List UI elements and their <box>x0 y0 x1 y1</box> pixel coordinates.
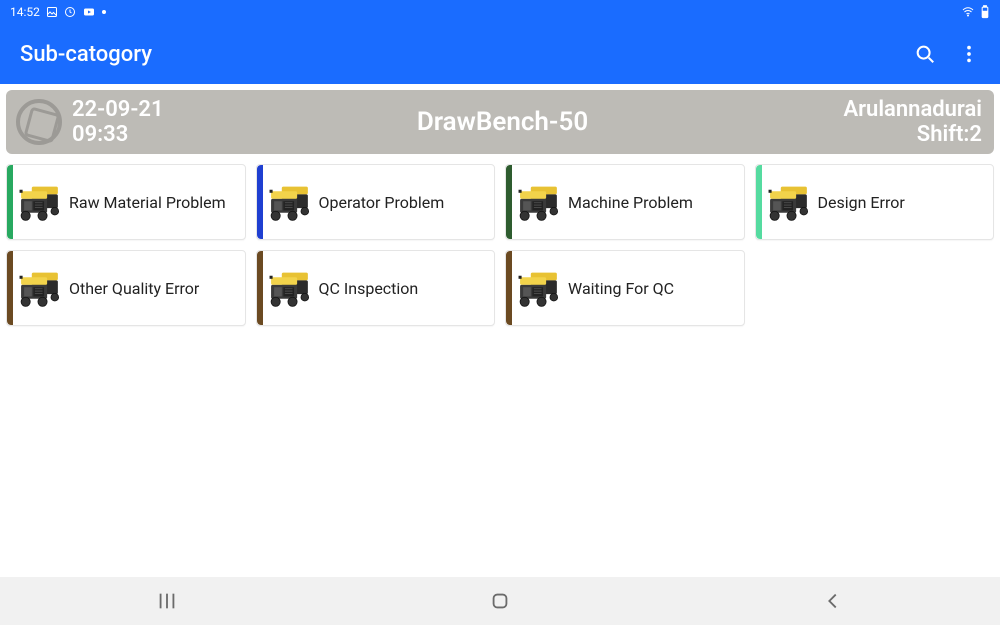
nav-home-icon[interactable] <box>489 590 511 612</box>
generator-icon <box>512 267 564 309</box>
more-vert-icon[interactable] <box>958 43 980 65</box>
nav-recent-icon[interactable] <box>156 590 178 612</box>
category-card[interactable]: Design Error <box>755 164 995 240</box>
card-label: Raw Material Problem <box>65 193 226 212</box>
card-label: Other Quality Error <box>65 279 199 298</box>
battery-icon <box>980 5 990 19</box>
generator-icon <box>762 181 814 223</box>
status-bar: 14:52 <box>0 0 1000 24</box>
banner-left: 22-09-21 09:33 <box>6 90 174 154</box>
page-title: Sub-catogory <box>20 42 152 67</box>
wifi-icon <box>960 6 976 18</box>
category-card[interactable]: Waiting For QC <box>505 250 745 326</box>
status-left: 14:52 <box>10 5 106 19</box>
app-bar-actions <box>914 43 980 65</box>
category-card[interactable]: Other Quality Error <box>6 250 246 326</box>
status-time: 14:52 <box>10 5 40 19</box>
generator-icon <box>263 181 315 223</box>
clock-icon <box>64 6 76 18</box>
card-label: Waiting For QC <box>564 279 674 298</box>
generator-icon <box>13 267 65 309</box>
search-icon[interactable] <box>914 43 936 65</box>
card-label: Design Error <box>814 193 905 212</box>
system-nav-bar <box>0 577 1000 625</box>
generator-icon <box>13 181 65 223</box>
info-banner: 22-09-21 09:33 DrawBench-50 Arulannadura… <box>6 90 994 154</box>
banner-center: DrawBench-50 <box>174 90 832 154</box>
category-card[interactable]: QC Inspection <box>256 250 496 326</box>
banner-user: Arulannadurai <box>843 97 982 122</box>
status-right <box>960 5 990 19</box>
generator-icon <box>263 267 315 309</box>
nav-back-icon[interactable] <box>822 590 844 612</box>
banner-datetime: 22-09-21 09:33 <box>72 97 164 148</box>
banner-shift: Shift:2 <box>917 122 982 147</box>
logo-icon <box>16 99 62 145</box>
card-label: Machine Problem <box>564 193 693 212</box>
category-card[interactable]: Raw Material Problem <box>6 164 246 240</box>
category-card[interactable]: Machine Problem <box>505 164 745 240</box>
app-bar: Sub-catogory <box>0 24 1000 84</box>
banner-right: Arulannadurai Shift:2 <box>831 90 994 154</box>
youtube-icon <box>82 6 96 18</box>
banner-date: 22-09-21 <box>72 97 164 122</box>
category-grid: Raw Material Problem Operator Problem Ma… <box>0 164 1000 326</box>
banner-time: 09:33 <box>72 122 164 147</box>
dot-icon <box>102 10 106 14</box>
image-icon <box>46 6 58 18</box>
category-card[interactable]: Operator Problem <box>256 164 496 240</box>
generator-icon <box>512 181 564 223</box>
card-label: QC Inspection <box>315 279 419 298</box>
card-label: Operator Problem <box>315 193 445 212</box>
